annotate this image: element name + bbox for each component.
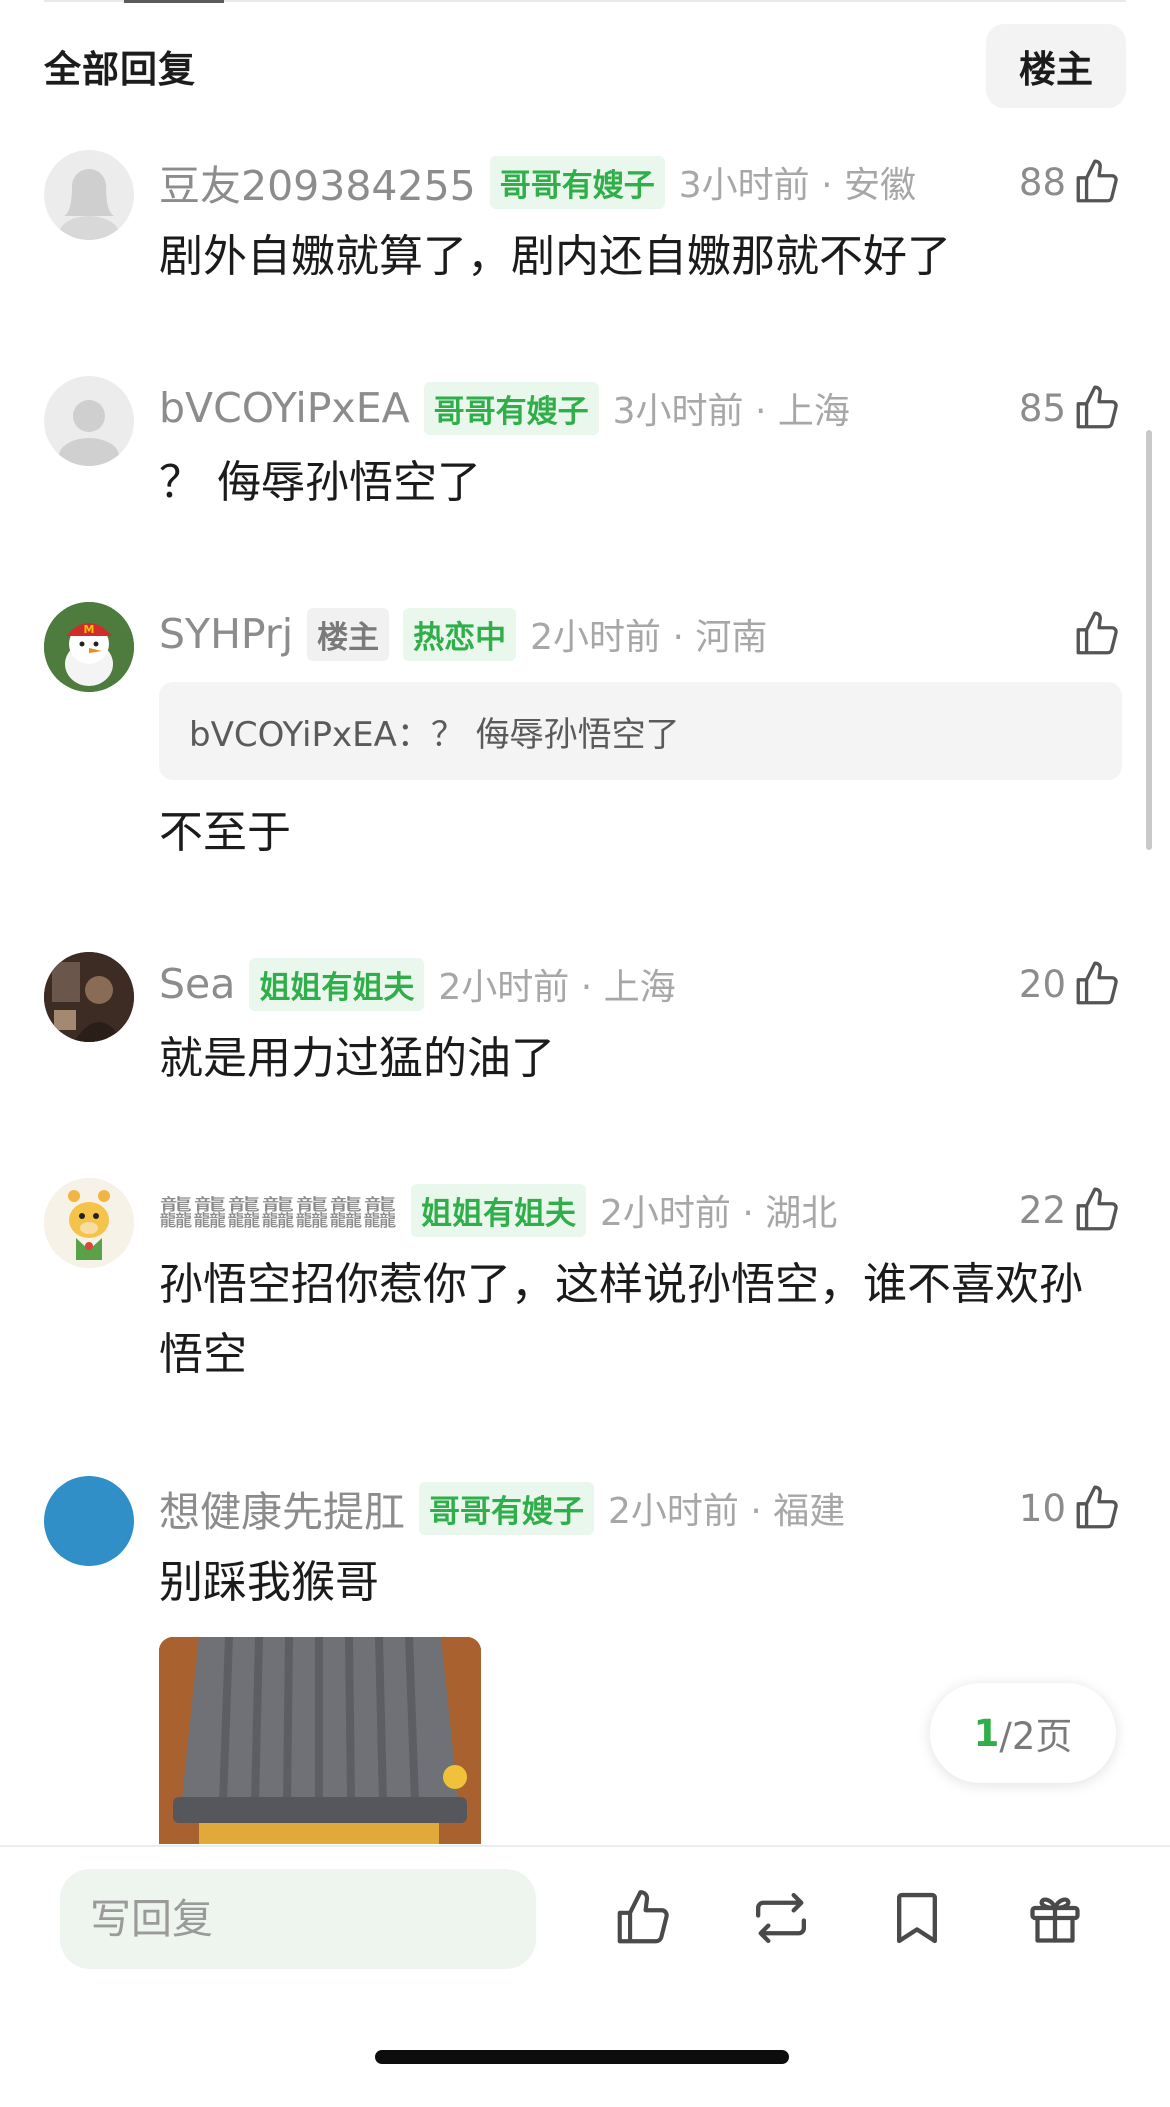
comment-item: bVCOYiPxEA 哥哥有嫂子 3小时前 · 上海 85 ？ 侮辱孙悟空了 [44, 376, 1122, 526]
owner-only-button[interactable]: 楼主 [986, 24, 1126, 108]
gift-button[interactable] [1020, 1883, 1090, 1953]
user-tag: 哥哥有嫂子 [489, 155, 665, 209]
comment-image[interactable] [159, 1637, 481, 1844]
total-pages: /2页 [999, 1715, 1073, 1758]
comment-text: 不至于 [159, 807, 291, 858]
like-control[interactable] [1072, 602, 1122, 666]
like-control[interactable]: 85 [1019, 376, 1122, 440]
thumbs-up-icon[interactable] [1072, 609, 1122, 659]
username[interactable]: 龘龘龘龘龘龘龘 [159, 1186, 397, 1235]
thumbs-up-icon[interactable] [1072, 1483, 1122, 1533]
current-page: 1 [973, 1711, 1000, 1755]
comment-text: 别踩我猴哥 [159, 1557, 379, 1608]
svg-text:M: M [84, 623, 95, 636]
thumbs-up-icon [617, 1890, 669, 1944]
thumbs-up-icon[interactable] [1072, 157, 1122, 207]
like-control[interactable]: 10 [1019, 1476, 1122, 1540]
comment-text: ？ 侮辱孙悟空了 [159, 457, 481, 508]
timestamp-location: 2小时前 · 湖北 [600, 1193, 838, 1234]
repost-button[interactable] [746, 1883, 816, 1953]
comment-text: 孙悟空招你惹你了，这样说孙悟空，谁不喜欢孙悟空 [159, 1259, 1083, 1380]
bookmark-button[interactable] [882, 1883, 952, 1953]
avatar[interactable] [44, 1178, 134, 1268]
thumbs-up-icon[interactable] [1072, 959, 1122, 1009]
like-button[interactable] [608, 1883, 678, 1953]
thumbs-up-icon[interactable] [1072, 383, 1122, 433]
avatar[interactable]: M [44, 602, 134, 692]
like-control[interactable]: 20 [1019, 952, 1122, 1016]
comment-meta: bVCOYiPxEA 哥哥有嫂子 3小时前 · 上海 [159, 376, 1122, 440]
like-control[interactable]: 88 [1019, 150, 1122, 214]
user-tag: 热恋中 [403, 607, 517, 661]
avatar[interactable] [44, 376, 134, 466]
comment-text: 剧外自嫐就算了，剧内还自嫐那就不好了 [159, 231, 951, 282]
bottom-action-bar [0, 1845, 1170, 2107]
scrollbar[interactable] [1146, 430, 1152, 850]
like-count: 88 [1018, 160, 1066, 204]
like-count: 10 [1018, 1486, 1066, 1530]
username[interactable]: 豆友209384255 [159, 152, 476, 212]
like-count: 20 [1018, 962, 1066, 1006]
gift-icon [1030, 1897, 1080, 1943]
timestamp-location: 2小时前 · 福建 [608, 1491, 846, 1532]
timestamp-location: 2小时前 · 河南 [530, 617, 768, 658]
avatar[interactable] [44, 952, 134, 1042]
replies-header: 全部回复 楼主 [44, 22, 1126, 110]
comment-item: 想健康先提肛 哥哥有嫂子 2小时前 · 福建 10 别踩我猴哥 [44, 1476, 1122, 1636]
avatar[interactable] [44, 150, 134, 240]
user-tag: 哥哥有嫂子 [423, 381, 599, 435]
username[interactable]: SYHPrj [159, 610, 293, 658]
reply-input[interactable] [60, 1869, 536, 1969]
comment-item: 龘龘龘龘龘龘龘 姐姐有姐夫 2小时前 · 湖北 22 孙悟空招你惹你了，这样说孙… [44, 1178, 1122, 1398]
username[interactable]: Sea [159, 960, 235, 1008]
comment-item: Sea 姐姐有姐夫 2小时前 · 上海 20 就是用力过猛的油了 [44, 952, 1122, 1102]
user-tag: 姐姐有姐夫 [411, 1183, 586, 1237]
comment-text: 就是用力过猛的油了 [159, 1033, 555, 1084]
like-count: 22 [1018, 1188, 1066, 1232]
bookmark-icon [897, 1892, 937, 1944]
home-indicator [375, 2050, 789, 2064]
timestamp-location: 3小时前 · 上海 [612, 391, 850, 432]
comment-item: M SYHPrj 楼主 热恋中 2小时前 · 河南 bVCOYiPxEA：？ 侮… [44, 602, 1122, 882]
user-tag: 哥哥有嫂子 [419, 1481, 594, 1535]
avatar[interactable] [44, 1476, 134, 1566]
username[interactable]: bVCOYiPxEA [159, 384, 410, 432]
user-tag: 姐姐有姐夫 [249, 957, 425, 1011]
comment-meta: 龘龘龘龘龘龘龘 姐姐有姐夫 2小时前 · 湖北 [159, 1178, 1122, 1242]
top-divider [44, 0, 1126, 3]
timestamp-location: 2小时前 · 上海 [438, 967, 676, 1008]
like-count: 85 [1018, 386, 1066, 430]
quoted-reply[interactable]: bVCOYiPxEA：？ 侮辱孙悟空了 [159, 682, 1122, 780]
like-control[interactable]: 22 [1019, 1178, 1122, 1242]
thumbs-up-icon[interactable] [1072, 1185, 1122, 1235]
comment-meta: SYHPrj 楼主 热恋中 2小时前 · 河南 [159, 602, 1122, 666]
owner-tag: 楼主 [307, 607, 390, 661]
page-title: 全部回复 [44, 48, 196, 91]
comment-meta: Sea 姐姐有姐夫 2小时前 · 上海 [159, 952, 1122, 1016]
page-indicator[interactable]: 1/2页 [930, 1683, 1116, 1783]
repost-icon [755, 1892, 807, 1944]
timestamp-location: 3小时前 · 安徽 [678, 165, 917, 206]
comment-meta: 想健康先提肛 哥哥有嫂子 2小时前 · 福建 [159, 1476, 1122, 1540]
comment-meta: 豆友209384255 哥哥有嫂子 3小时前 · 安徽 [159, 150, 1122, 214]
comment-item: 豆友209384255 哥哥有嫂子 3小时前 · 安徽 88 剧外自嫐就算了，剧… [44, 150, 1122, 320]
username[interactable]: 想健康先提肛 [159, 1478, 405, 1538]
